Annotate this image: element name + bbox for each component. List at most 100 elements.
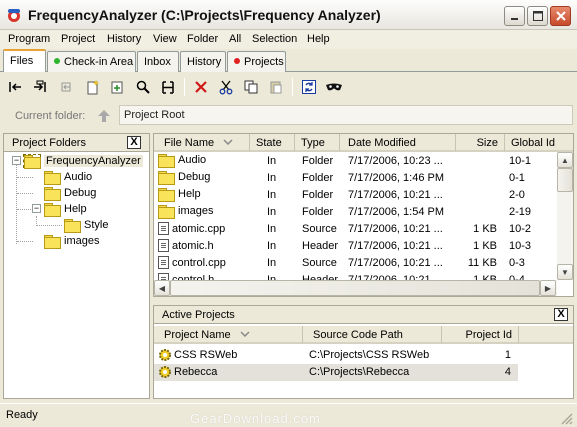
table-row[interactable]: Audio In Folder 7/17/2006, 10:23 ... 10-1 — [154, 153, 555, 170]
current-folder-field[interactable]: Project Root — [119, 105, 573, 125]
tree-line — [17, 241, 33, 242]
menu-history[interactable]: History — [107, 33, 141, 45]
table-row[interactable]: Help In Folder 7/17/2006, 10:21 ... 2-0 — [154, 187, 555, 204]
table-row[interactable]: control.cpp In Source 7/17/2006, 10:21 ... 1… — [154, 255, 555, 272]
file-type: Folder — [302, 155, 334, 167]
column-state[interactable]: State — [250, 134, 295, 152]
file-list: File Name State Type Date Modified Size … — [153, 133, 574, 297]
folder-up-icon[interactable] — [97, 109, 111, 126]
mask-icon[interactable] — [323, 76, 345, 98]
menu-help[interactable]: Help — [307, 33, 330, 45]
delete-icon[interactable] — [190, 76, 212, 98]
refresh-icon[interactable] — [298, 76, 320, 98]
table-row[interactable]: Debug In Folder 7/17/2006, 1:46 PM 0-1 — [154, 170, 555, 187]
tab-inbox-label: Inbox — [144, 56, 171, 68]
scroll-thumb[interactable] — [557, 168, 573, 192]
red-status-dot-icon — [234, 58, 240, 64]
scroll-up-button[interactable]: ▲ — [557, 152, 573, 168]
add-file-icon[interactable] — [82, 76, 104, 98]
column-filler — [519, 326, 573, 344]
column-project-name[interactable]: Project Name — [154, 326, 303, 344]
history-icon[interactable] — [157, 76, 179, 98]
column-source-code-path[interactable]: Source Code Path — [303, 326, 442, 344]
file-name: Debug — [178, 171, 211, 183]
column-date-modified[interactable]: Date Modified — [340, 134, 456, 152]
collapse-toggle[interactable]: − — [12, 156, 21, 165]
column-header-label: Date Modified — [348, 137, 416, 149]
check-out-icon[interactable] — [4, 76, 26, 98]
table-row[interactable]: atomic.cpp In Source 7/17/2006, 10:21 ... 1 … — [154, 221, 555, 238]
tree-line — [17, 177, 33, 178]
minimize-button[interactable] — [504, 6, 525, 26]
menu-selection[interactable]: Selection — [252, 33, 297, 45]
add-folder-icon[interactable] — [106, 76, 128, 98]
check-in-icon[interactable] — [29, 76, 51, 98]
file-type: Source — [302, 257, 337, 269]
menu-project[interactable]: Project — [61, 33, 95, 45]
file-type: Folder — [302, 206, 334, 218]
folder-icon — [44, 171, 61, 185]
column-header-label: Size — [476, 137, 498, 149]
tab-files[interactable]: Files — [3, 49, 46, 73]
column-global-id[interactable]: Global Id — [505, 134, 573, 152]
cut-icon[interactable] — [215, 76, 237, 98]
file-name: control.cpp — [172, 256, 226, 269]
close-button[interactable] — [550, 6, 571, 26]
column-type[interactable]: Type — [295, 134, 340, 152]
menu-all[interactable]: All — [229, 33, 241, 45]
table-row[interactable]: atomic.h In Header 7/17/2006, 10:21 ... 1 KB… — [154, 238, 555, 255]
file-size: 11 KB — [467, 257, 497, 269]
tree-item-audio[interactable]: Audio — [44, 169, 92, 185]
file-type: Header — [302, 240, 339, 252]
project-row[interactable]: Rebecca C:\Projects\Rebecca 4 — [154, 364, 518, 381]
find-icon[interactable] — [132, 76, 154, 98]
file-size: 1 KB — [473, 223, 497, 235]
tree-line — [17, 209, 33, 210]
close-pane-button[interactable]: X — [554, 308, 568, 321]
tree-item-style[interactable]: Style — [64, 217, 108, 233]
sort-chevron-icon — [240, 331, 250, 338]
tab-history[interactable]: History — [180, 51, 226, 72]
tree-item-images[interactable]: images — [44, 233, 99, 249]
scroll-thumb[interactable] — [170, 280, 540, 296]
menu-folder[interactable]: Folder — [187, 33, 218, 45]
tab-check-in-area[interactable]: Check-in Area — [47, 51, 136, 72]
column-file-name[interactable]: File Name — [154, 134, 250, 152]
tree-item-label: images — [64, 235, 100, 247]
undo-check-out-icon[interactable] — [55, 76, 77, 98]
tree-item-label: Help — [64, 203, 87, 215]
tab-check-in-area-label: Check-in Area — [64, 56, 134, 68]
horizontal-scrollbar[interactable]: ◀ ▶ — [154, 280, 557, 296]
title-bar[interactable]: FrequencyAnalyzer (C:\Projects\Frequency… — [0, 0, 577, 30]
collapse-toggle[interactable]: − — [32, 204, 41, 213]
vertical-scrollbar[interactable]: ▲ ▼ — [557, 152, 573, 280]
table-row[interactable]: images In Folder 7/17/2006, 1:54 PM 2-19 — [154, 204, 555, 221]
column-header-label: Global Id — [511, 137, 556, 149]
column-project-id[interactable]: Project Id — [442, 326, 519, 344]
tree-item-debug[interactable]: Debug — [44, 185, 96, 201]
paste-icon[interactable] — [265, 76, 287, 98]
maximize-button[interactable] — [527, 6, 548, 26]
file-date: 7/17/2006, 10:23 ... — [348, 155, 443, 167]
menu-view[interactable]: View — [153, 33, 177, 45]
file-global-id: 10-2 — [509, 223, 532, 235]
tree-item-frequencyanalyzer[interactable]: FrequencyAnalyzer — [23, 153, 143, 169]
tab-inbox[interactable]: Inbox — [137, 51, 179, 72]
tree-item-label: FrequencyAnalyzer — [44, 155, 143, 167]
scroll-right-button[interactable]: ▶ — [540, 280, 556, 296]
scroll-left-button[interactable]: ◀ — [154, 280, 170, 296]
folder-icon — [44, 235, 61, 249]
resize-grip-icon[interactable] — [560, 412, 573, 425]
scroll-down-button[interactable]: ▼ — [557, 264, 573, 280]
tree-item-help[interactable]: Help — [44, 201, 87, 217]
copy-icon[interactable] — [240, 76, 262, 98]
project-id: 1 — [504, 349, 511, 361]
file-state: In — [267, 206, 277, 218]
column-header-label: Project Name — [164, 329, 231, 341]
close-icon: X — [130, 136, 138, 148]
column-size[interactable]: Size — [456, 134, 505, 152]
tab-projects[interactable]: Projects — [227, 51, 286, 72]
menu-program[interactable]: Program — [8, 33, 50, 45]
project-row[interactable]: CSS RSWeb C:\Projects\CSS RSWeb 1 — [154, 347, 518, 364]
close-pane-button[interactable]: X — [127, 136, 141, 149]
